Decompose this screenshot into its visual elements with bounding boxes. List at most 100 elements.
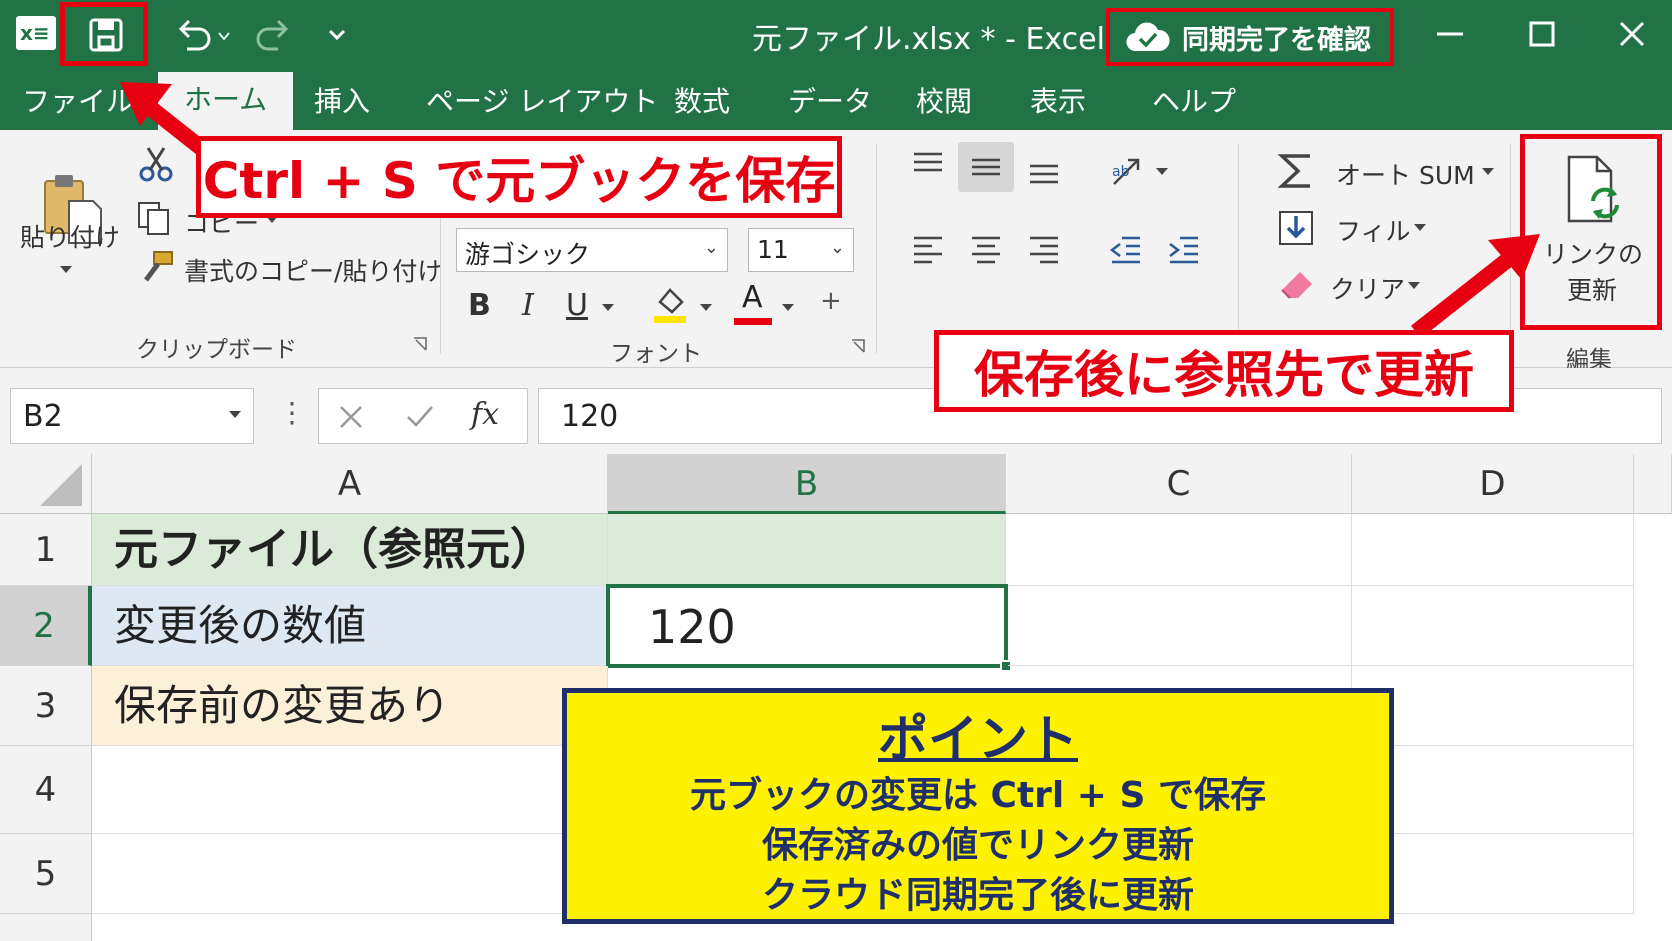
format-painter-label[interactable]: 書式のコピー/貼り付け — [184, 252, 442, 288]
fill-color-icon[interactable] — [652, 284, 688, 324]
column-header-d[interactable]: D — [1352, 454, 1634, 514]
font-more-icon[interactable]: + — [820, 286, 842, 316]
formula-bar-handle-icon[interactable]: ⋮ — [278, 396, 306, 429]
tab-help[interactable]: ヘルプ — [1152, 80, 1236, 120]
cell-b1[interactable] — [608, 514, 1006, 586]
paste-button[interactable] — [24, 144, 114, 274]
fill-down-icon[interactable] — [1276, 208, 1316, 248]
font-group-label: フォント — [610, 341, 702, 367]
row-header-6[interactable] — [0, 914, 92, 941]
tab-data[interactable]: データ — [788, 80, 872, 120]
svg-text:ab: ab — [1112, 164, 1130, 180]
cancel-icon[interactable] — [337, 403, 365, 431]
chevron-down-icon: ⌄ — [829, 237, 845, 258]
point-callout: ポイント 元ブックの変更は Ctrl + S で保存 保存済みの値でリンク更新 … — [562, 688, 1394, 924]
autosum-label[interactable]: オート SUM — [1336, 156, 1475, 192]
underline-dropdown-icon[interactable] — [600, 302, 616, 314]
clipboard-group-label: クリップボード — [136, 337, 297, 363]
tab-formulas[interactable]: 数式 — [674, 80, 730, 120]
minimize-button[interactable] — [1428, 14, 1472, 54]
refresh-links-label-2: 更新 — [1567, 276, 1618, 305]
align-middle-icon — [972, 158, 1000, 176]
align-center-icon[interactable] — [968, 234, 1004, 268]
fill-color-dropdown-icon[interactable] — [698, 302, 714, 314]
undo-button[interactable] — [170, 14, 240, 56]
cell-d3[interactable] — [1352, 666, 1634, 746]
cloud-check-icon — [1126, 22, 1170, 52]
cell-d5[interactable] — [1352, 834, 1634, 914]
align-bottom-icon[interactable] — [1026, 156, 1062, 186]
cell-a2[interactable]: 変更後の数値 — [92, 586, 608, 666]
cell-a3[interactable]: 保存前の変更あり — [92, 666, 608, 746]
align-top-icon[interactable] — [910, 150, 946, 180]
align-middle-button[interactable] — [958, 142, 1014, 192]
autosum-icon[interactable] — [1276, 150, 1316, 192]
row-header-5[interactable]: 5 — [0, 834, 92, 914]
font-color-button[interactable]: A — [742, 280, 763, 315]
ribbon-tabs: ファイル ホーム 挿入 ページ レイアウト 数式 データ 校閲 表示 ヘルプ — [0, 68, 1672, 130]
column-header-b[interactable]: B — [608, 454, 1006, 514]
cell-c2[interactable] — [1008, 586, 1352, 666]
formula-buttons: fx — [318, 388, 528, 444]
align-right-icon[interactable] — [1026, 234, 1062, 268]
cell-d2[interactable] — [1352, 586, 1634, 666]
redo-button[interactable] — [254, 14, 294, 56]
fill-label[interactable]: フィル — [1336, 212, 1411, 248]
name-box[interactable]: B2 — [10, 388, 254, 444]
window-title: 元ファイル.xlsx * - Excel — [752, 22, 1105, 57]
undo-icon — [178, 19, 230, 51]
row-header-1[interactable]: 1 — [0, 514, 92, 586]
maximize-icon — [1529, 21, 1555, 47]
align-left-icon[interactable] — [910, 234, 946, 268]
dialog-launcher-icon[interactable] — [412, 336, 428, 352]
save-button-highlight — [60, 2, 148, 66]
close-button[interactable] — [1610, 14, 1654, 54]
customize-qat-button[interactable] — [322, 14, 352, 56]
increase-indent-icon[interactable] — [1166, 234, 1202, 268]
font-name-select[interactable]: 游ゴシック ⌄ — [456, 228, 728, 272]
tab-review[interactable]: 校閲 — [916, 80, 972, 120]
italic-button[interactable]: I — [522, 288, 534, 323]
font-size-select[interactable]: 11 ⌄ — [748, 228, 854, 272]
orientation-dropdown-icon[interactable] — [1154, 166, 1170, 178]
tab-page-layout[interactable]: ページ レイアウト — [426, 80, 658, 120]
row-header-2[interactable]: 2 — [0, 586, 92, 666]
row-header-3[interactable]: 3 — [0, 666, 92, 746]
tab-view[interactable]: 表示 — [1030, 80, 1086, 120]
cell-a1[interactable]: 元ファイル（参照元） — [92, 514, 608, 586]
decrease-indent-icon[interactable] — [1108, 234, 1144, 268]
clear-label[interactable]: クリア — [1330, 270, 1405, 306]
cell-c1[interactable] — [1006, 514, 1352, 586]
select-all-button[interactable] — [0, 454, 92, 514]
close-icon — [1619, 21, 1645, 47]
underline-button[interactable]: U — [566, 288, 588, 323]
format-painter-icon[interactable] — [136, 250, 174, 286]
cell-a4[interactable] — [92, 746, 608, 834]
eraser-icon[interactable] — [1276, 266, 1316, 302]
sync-status-label: 同期完了を確認 — [1182, 24, 1371, 56]
document-refresh-icon — [1567, 155, 1619, 223]
paste-dropdown-icon[interactable] — [58, 264, 74, 276]
cell-d4[interactable] — [1352, 746, 1634, 834]
column-header-a[interactable]: A — [92, 454, 608, 514]
column-header-e[interactable] — [1634, 454, 1672, 514]
copy-icon[interactable] — [136, 200, 172, 236]
maximize-button[interactable] — [1520, 14, 1564, 54]
insert-function-button[interactable]: fx — [471, 397, 499, 432]
refresh-tip-callout: 保存後に参照先で更新 — [934, 330, 1514, 412]
minimize-icon — [1437, 32, 1463, 36]
cell-a5[interactable] — [92, 834, 608, 914]
cell-b2[interactable]: 120 — [606, 584, 1008, 668]
orientation-icon[interactable]: ab — [1108, 154, 1148, 190]
font-color-dropdown-icon[interactable] — [780, 302, 796, 314]
row-header-4[interactable]: 4 — [0, 746, 92, 834]
separator — [876, 144, 877, 354]
cell-d1[interactable] — [1352, 514, 1634, 586]
tab-insert[interactable]: 挿入 — [314, 80, 370, 120]
bold-button[interactable]: B — [468, 288, 491, 323]
column-header-c[interactable]: C — [1006, 454, 1352, 514]
dialog-launcher-icon[interactable] — [850, 338, 866, 354]
enter-check-icon[interactable] — [405, 403, 435, 431]
autosum-dropdown-icon[interactable] — [1480, 166, 1496, 178]
sync-status-button[interactable]: 同期完了を確認 — [1106, 8, 1394, 66]
